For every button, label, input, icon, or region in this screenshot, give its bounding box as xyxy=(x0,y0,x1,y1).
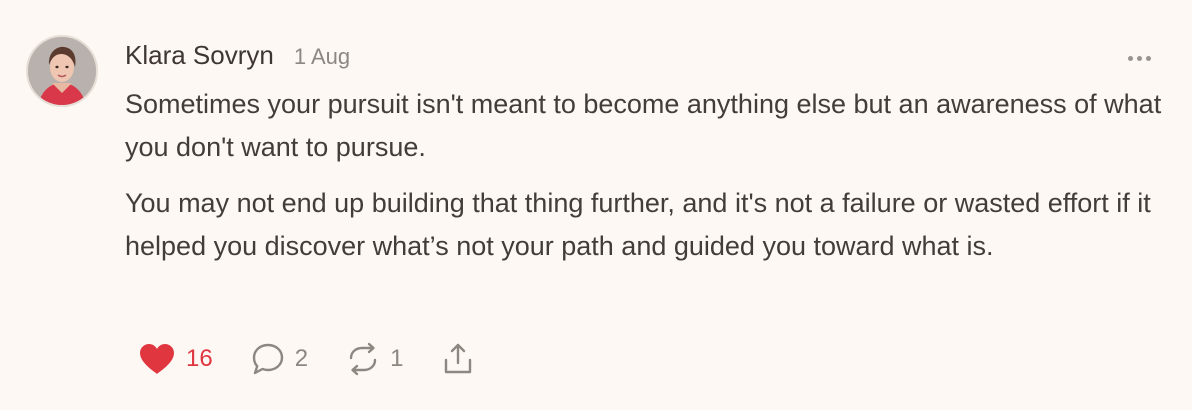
like-button[interactable]: 16 xyxy=(138,342,213,376)
comment-count: 2 xyxy=(294,345,309,372)
heart-icon xyxy=(140,344,174,374)
ellipsis-dot xyxy=(1128,55,1133,61)
author-avatar[interactable] xyxy=(26,35,98,107)
restack-button[interactable]: 1 xyxy=(346,342,403,376)
author-name[interactable]: Klara Sovryn xyxy=(125,40,274,71)
like-count: 16 xyxy=(186,345,213,372)
note-header: Klara Sovryn 1 Aug xyxy=(125,40,350,71)
note-paragraph: You may not end up building that thing f… xyxy=(125,188,1151,261)
note-paragraph: Sometimes your pursuit isn't meant to be… xyxy=(125,89,1162,162)
restack-arrows-icon xyxy=(349,342,377,376)
ellipsis-dot xyxy=(1146,55,1151,61)
note-body: Sometimes your pursuit isn't meant to be… xyxy=(125,83,1165,281)
note-card: Klara Sovryn 1 Aug Sometimes your pursui… xyxy=(0,0,1192,410)
ellipsis-icon[interactable] xyxy=(1128,52,1158,64)
avatar-image xyxy=(28,37,96,105)
comment-button[interactable]: 2 xyxy=(251,342,308,376)
ellipsis-dot xyxy=(1137,55,1142,61)
restack-count: 1 xyxy=(390,345,404,372)
post-date[interactable]: 1 Aug xyxy=(294,44,350,70)
share-button[interactable] xyxy=(441,342,475,376)
share-icon xyxy=(445,343,472,374)
note-actions: 16 2 1 xyxy=(138,340,513,378)
speech-bubble-icon xyxy=(252,343,283,375)
